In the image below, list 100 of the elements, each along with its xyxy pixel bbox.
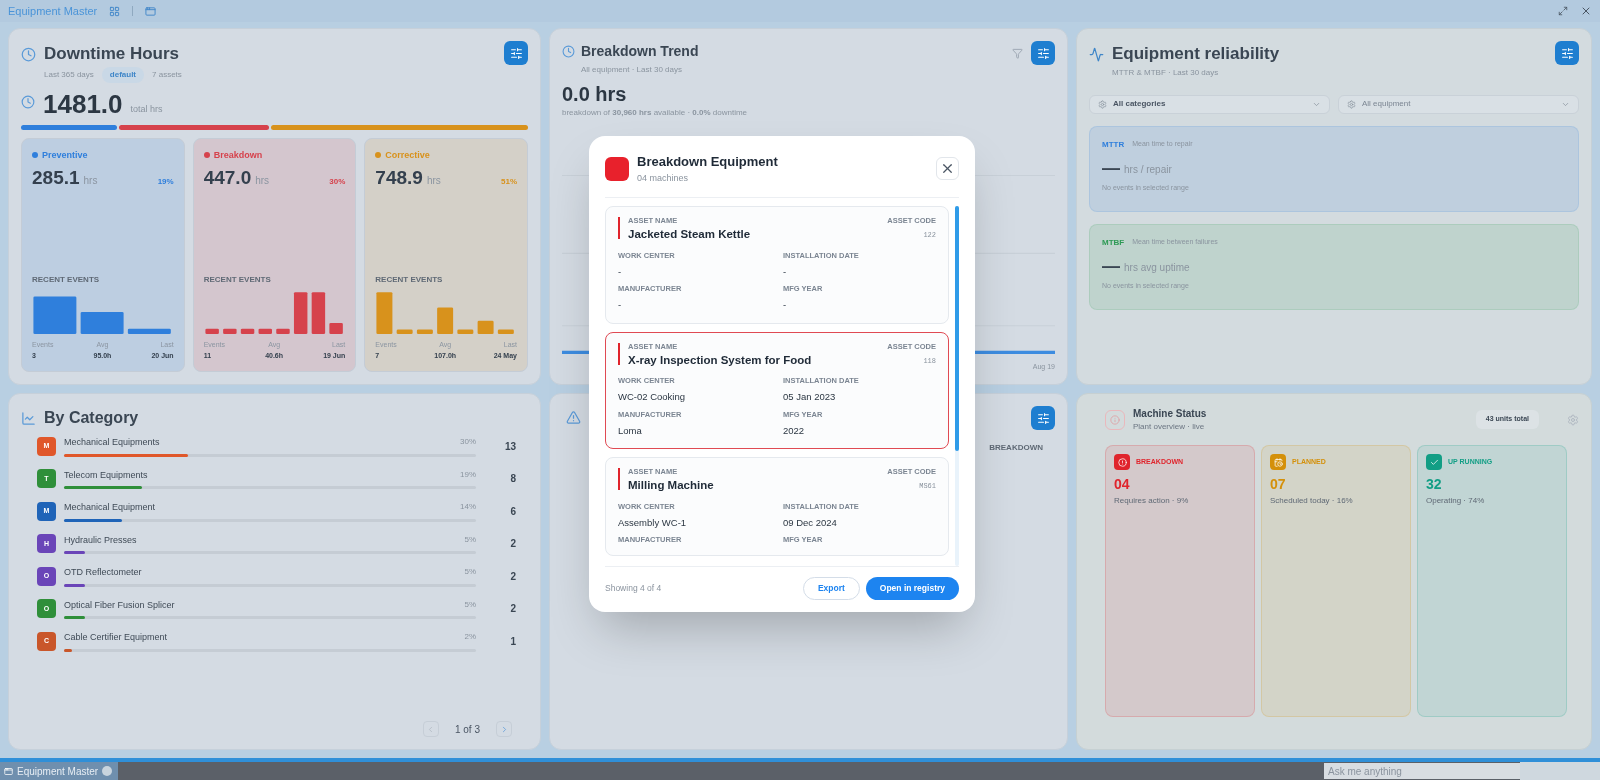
metric-code: MTBF [1102,236,1125,249]
field-value: 2022 [783,423,806,438]
card-title: By Category [44,408,139,428]
card-title: Equipment reliability [1112,43,1280,65]
alert-icon [605,156,629,181]
settings-button[interactable] [1031,406,1055,430]
gear-icon [1347,99,1356,109]
section-label: RECENT EVENTS [32,274,101,286]
trend-caption: breakdown of 30,960 hrs available · 0.0% downtime [562,107,749,119]
close-button[interactable] [936,157,959,180]
total-unit: total hrs [130,103,163,116]
category-count: 13 [503,439,516,454]
settings-button[interactable] [1031,41,1055,65]
segment-share: 30% [329,176,346,188]
category-share: 2% [464,631,476,643]
field-value: 09 Dec 2024 [783,515,838,530]
metric-code: MTTR [1102,138,1125,151]
asset-name: X-ray Inspection System for Food [628,352,812,368]
field-value: Assembly WC-1 [618,515,688,530]
window-view-icon[interactable] [145,5,157,17]
field-value: Loma [618,423,643,438]
accent-bar [618,468,620,490]
card-title: Downtime Hours [44,43,181,65]
section-label: RECENT EVENTS [203,274,272,286]
segment-value: 285.1 [32,166,80,190]
sliders-icon [1036,411,1050,425]
open-registry-button[interactable]: Open in registry [865,577,959,600]
segment-share: 51% [501,176,517,188]
card-subtitle: MTTR & MTBF · Last 30 days [1112,66,1220,79]
export-button[interactable]: Export [802,577,860,600]
settings-button[interactable] [1555,41,1579,65]
metric-unit: hrs / repair [1124,162,1172,177]
period-badge: default [101,66,145,83]
segment-name: Preventive [42,148,88,162]
planned-icon [1270,454,1286,470]
category-count: 2 [509,569,516,584]
info-icon [1105,409,1125,430]
segment-name: Corrective [385,148,430,162]
warning-icon [566,410,581,425]
category-name: OTD Reflectometer [64,566,142,579]
category-share: 5% [464,598,476,611]
tile-count: 32 [1426,475,1443,494]
filter-dropdown[interactable]: All equipment [1338,94,1579,114]
close-icon [940,161,955,176]
maximize-icon[interactable] [1558,6,1568,16]
trend-value: 0.0 hrs [562,82,628,107]
segment-unit: hrs [255,174,270,188]
category-share: 19% [460,468,476,481]
category-share: 5% [464,533,476,546]
category-share: 14% [460,501,476,513]
segment-unit: hrs [426,174,441,188]
segment-value: 748.9 [375,166,423,190]
grid-view-icon[interactable] [109,5,121,17]
category-count: 2 [509,537,516,552]
dialog-title: Breakdown Equipment [637,153,778,171]
card-subtitle: All equipment · Last 30 days [581,64,683,76]
accent-bar [618,342,620,365]
metric-value: — [1102,158,1120,177]
field-value: - [783,298,788,313]
card-title: Machine Status [1133,407,1207,421]
clock-icon [21,94,35,109]
metric-unit: hrs avg uptime [1124,260,1190,275]
page-indicator: 1 of 3 [454,722,480,737]
chart-icon [21,410,36,426]
category-name: Optical Fiber Fusion Splicer [64,598,175,612]
settings-button[interactable] [504,41,528,65]
field-value: - [783,264,788,279]
gear-icon [1098,99,1107,109]
scrollbar-thumb[interactable] [955,206,959,451]
field-value: 05 Jan 2023 [783,390,837,405]
asset-count: 7 assets [152,68,182,81]
category-count: 2 [509,602,516,617]
running-icon [1426,454,1442,470]
field-value: WC-02 Cooking [618,390,687,405]
segment-unit: hrs [83,174,98,188]
category-count: 6 [509,504,516,519]
asset-name: Jacketed Steam Kettle [628,227,751,243]
dialog-subtitle: 04 machines [637,171,690,185]
section-label: RECENT EVENTS [375,274,444,286]
window-icon [4,766,13,776]
search-field[interactable]: Ask me anything [1324,763,1520,779]
sliders-icon [1560,46,1574,60]
accent-bar [618,217,620,239]
tile-note: Requires action · 9% [1114,495,1190,507]
taskbar-app[interactable]: Equipment Master [0,762,118,780]
app-title: Equipment Master [8,3,98,19]
sliders-icon [509,46,523,60]
field-value: - [618,264,623,279]
category-count: 1 [509,634,516,649]
card-subtitle: Last 365 days [44,68,94,81]
tile-count: 07 [1270,475,1287,494]
sliders-icon [1036,46,1050,60]
category-name: Telecom Equipments [64,468,148,482]
taskbar-label: Equipment Master [17,764,99,779]
filter-dropdown[interactable]: All categories [1089,94,1330,114]
field-value: - [618,298,623,313]
column-header: BREAKDOWN [989,442,1043,454]
segment-name: Breakdown [213,148,263,162]
category-share: 5% [464,566,476,578]
close-icon[interactable] [1580,5,1592,17]
